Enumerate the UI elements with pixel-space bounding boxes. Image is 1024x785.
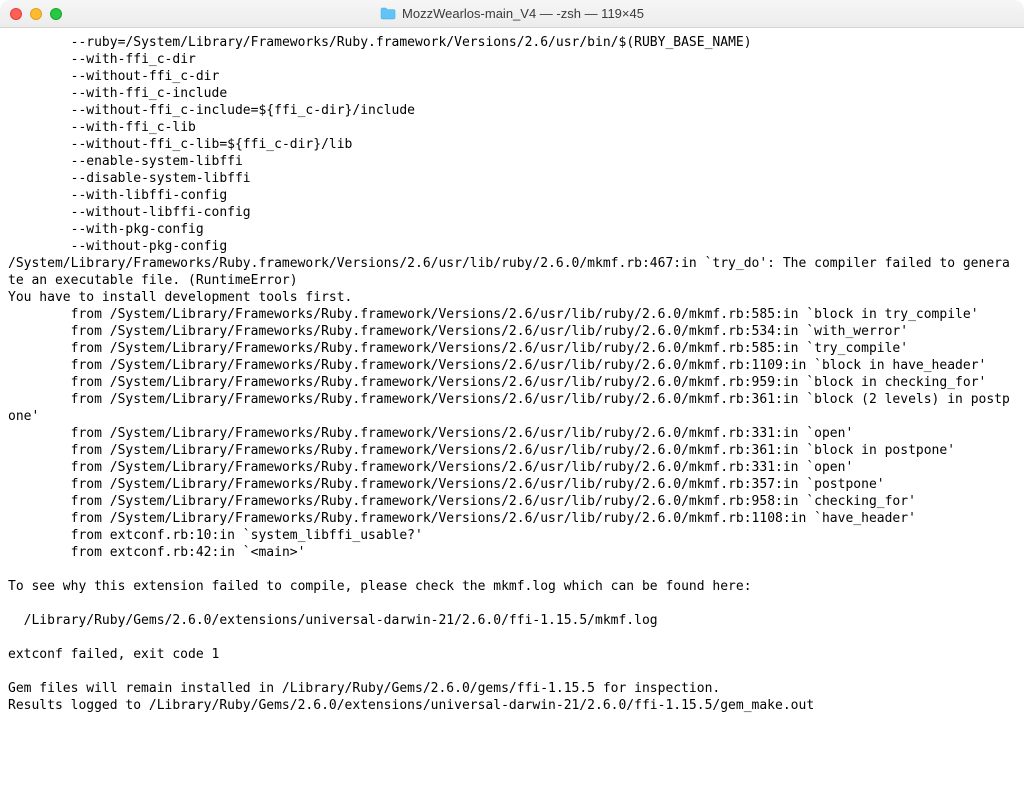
minimize-button[interactable] — [30, 8, 42, 20]
close-button[interactable] — [10, 8, 22, 20]
traffic-lights — [10, 8, 62, 20]
window-title-group: MozzWearlos-main_V4 — -zsh — 119×45 — [380, 6, 644, 21]
titlebar[interactable]: MozzWearlos-main_V4 — -zsh — 119×45 — [0, 0, 1024, 28]
window-title: MozzWearlos-main_V4 — -zsh — 119×45 — [402, 6, 644, 21]
zoom-button[interactable] — [50, 8, 62, 20]
terminal-output[interactable]: --ruby=/System/Library/Frameworks/Ruby.f… — [0, 28, 1024, 785]
terminal-window: MozzWearlos-main_V4 — -zsh — 119×45 --ru… — [0, 0, 1024, 785]
folder-icon — [380, 7, 396, 20]
